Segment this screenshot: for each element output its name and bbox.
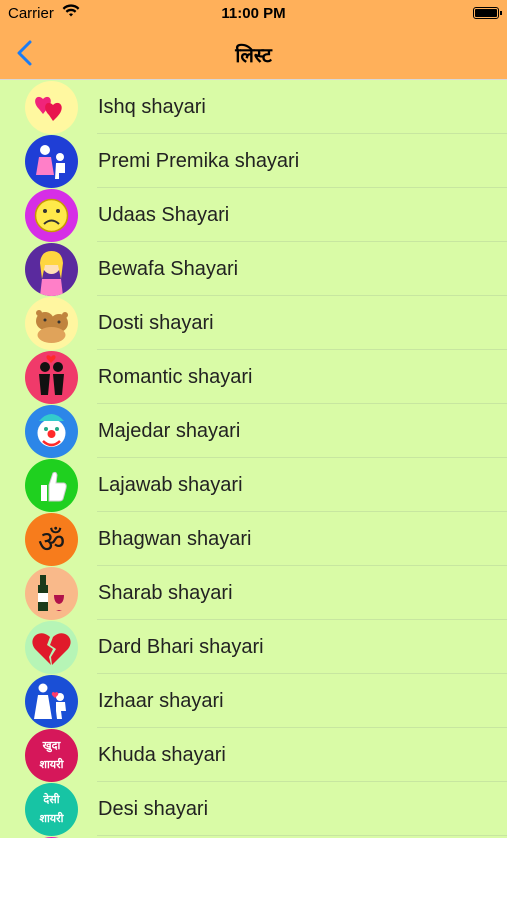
list-item-label: Lajawab shayari xyxy=(98,474,243,496)
list-item-label: Romantic shayari xyxy=(98,366,253,388)
list-item[interactable]: Romantic shayari xyxy=(0,350,507,404)
hearts-icon xyxy=(25,81,78,134)
icon-text-bottom: शायरी xyxy=(39,758,64,771)
page-title: लिस्ट xyxy=(235,43,272,67)
thumbs-up-icon xyxy=(25,459,78,512)
list-item-label: Premi Premika shayari xyxy=(98,150,300,172)
desi-text-icon: देसी शायरी xyxy=(25,783,78,836)
khuda-text-icon: खुदा शायरी xyxy=(25,729,78,782)
list-item[interactable]: Dard Bhari shayari xyxy=(0,620,507,674)
list-item-label: Sharab shayari xyxy=(98,582,233,604)
svg-text:ॐ: ॐ xyxy=(38,525,65,560)
om-icon: ॐ xyxy=(25,513,78,566)
icon-text-top: खुदा xyxy=(42,739,61,752)
status-time: 11:00 PM xyxy=(221,5,286,22)
list-item-label: Majedar shayari xyxy=(98,420,241,442)
list-item-label: Khuda shayari xyxy=(98,744,226,766)
category-list[interactable]: Ishq shayari Premi Premika shayari Udaas S… xyxy=(0,80,507,838)
list-item[interactable]: Izhaar shayari xyxy=(0,674,507,728)
wine-bottle-icon xyxy=(25,567,78,620)
partial-icon xyxy=(25,837,78,838)
teddy-bears-icon xyxy=(25,297,78,350)
list-item-label: Udaas Shayari xyxy=(98,204,230,226)
list-item[interactable]: Premi Premika shayari xyxy=(0,134,507,188)
broken-heart-icon xyxy=(25,621,78,674)
list-item[interactable]: Sharab shayari xyxy=(0,566,507,620)
status-bar: Carrier 11:00 PM xyxy=(0,0,507,28)
battery-icon xyxy=(473,7,502,19)
icon-text-top: देसी xyxy=(43,793,60,806)
list-item-label: Bewafa Shayari xyxy=(98,258,239,280)
icon-text-bottom: शायरी xyxy=(39,812,64,825)
girl-icon xyxy=(25,243,78,296)
list-item-label: Dard Bhari shayari xyxy=(98,636,264,658)
list-item-label: Ishq shayari xyxy=(98,96,206,118)
navigation-bar: लिस्ट xyxy=(0,28,507,80)
kneeling-couple-icon xyxy=(25,675,78,728)
list-item[interactable]: देसी शायरी Desi shayari xyxy=(0,782,507,836)
kissing-couple-icon xyxy=(25,351,78,404)
list-item[interactable]: ॐ Bhagwan shayari xyxy=(0,512,507,566)
list-item-label: Desi shayari xyxy=(98,798,209,820)
list-item[interactable]: Majedar shayari xyxy=(0,404,507,458)
sad-face-icon xyxy=(25,189,78,242)
list-item-label: Dosti shayari xyxy=(98,312,214,334)
list-item-label: Izhaar shayari xyxy=(98,690,224,712)
proposal-icon xyxy=(25,135,78,188)
list-item[interactable]: Lajawab shayari xyxy=(0,458,507,512)
list-item[interactable]: Bewafa Shayari xyxy=(0,242,507,296)
list-item-label: Bhagwan shayari xyxy=(98,528,252,550)
list-item[interactable]: Dosti shayari xyxy=(0,296,507,350)
list-item[interactable]: Udaas Shayari xyxy=(0,188,507,242)
clown-icon xyxy=(25,405,78,458)
list-item[interactable] xyxy=(0,836,507,838)
list-item[interactable]: खुदा शायरी Khuda shayari xyxy=(0,728,507,782)
list-item[interactable]: Ishq shayari xyxy=(0,80,507,134)
